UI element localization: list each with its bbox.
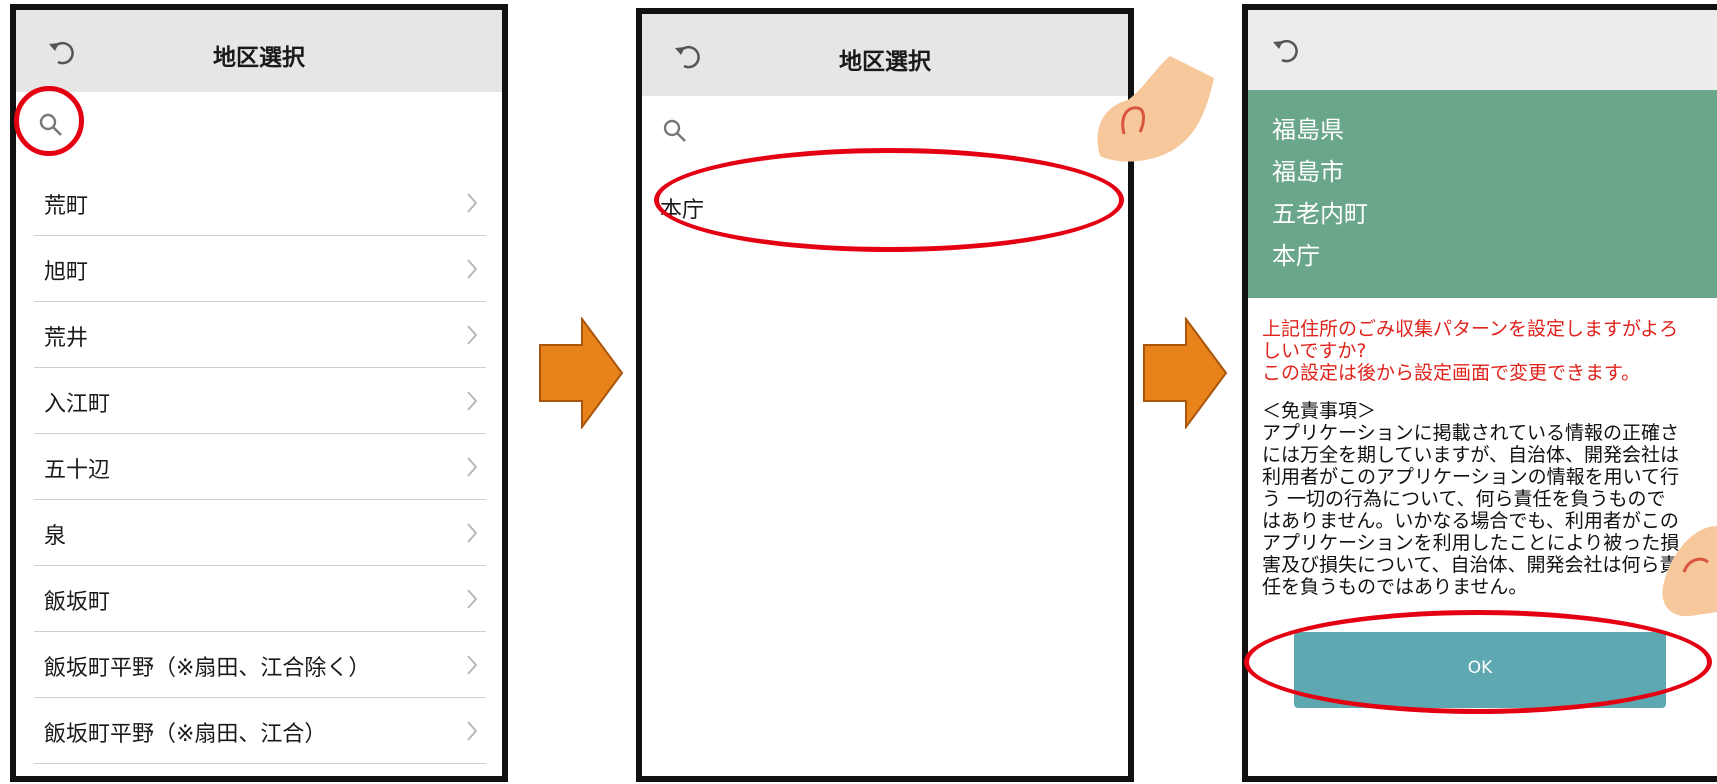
- confirm-line: しいですか?: [1262, 340, 1367, 362]
- list-item-label: 荒町: [44, 194, 89, 219]
- list-item[interactable]: 荒町: [34, 170, 486, 236]
- address-district: 本庁: [1272, 242, 1320, 270]
- list-item[interactable]: 飯坂町: [34, 566, 486, 632]
- disclaimer-line: う 一切の行為について、何ら責任を負うもので: [1262, 488, 1666, 510]
- pointing-finger-icon: [1662, 526, 1717, 617]
- list-item[interactable]: 荒井: [34, 302, 486, 368]
- list-item-label: 入江町: [44, 392, 111, 417]
- phone-screen-district-list: 地区選択 荒町旭町荒井入江町五十辺泉飯坂町飯坂町平野（※扇田、江合除く） 飯坂町平…: [10, 4, 508, 782]
- address-panel: 福島県 福島市 五老内町 本庁: [1248, 90, 1717, 298]
- phone-screen-district-search: 地区選択 本庁: [636, 8, 1134, 782]
- list-item[interactable]: 飯坂町平野（※扇田、江合除く）: [34, 632, 486, 698]
- disclaimer: ＜免責事項＞ アプリケーションに掲載されている情報の正確さ には万全を期していま…: [1262, 400, 1712, 598]
- list-item-label: 荒井: [44, 326, 89, 351]
- chevron-right-icon: [467, 589, 478, 609]
- top-bar: 地区選択: [16, 10, 502, 92]
- list-item[interactable]: 旭町: [34, 236, 486, 302]
- confirm-message: 上記住所のごみ収集パターンを設定しますがよろ しいですか? この設定は後から設定…: [1262, 318, 1710, 384]
- disclaimer-heading: ＜免責事項＞: [1262, 400, 1377, 422]
- disclaimer-line: はありません。いかなる場合でも、利用者がこの: [1262, 510, 1679, 532]
- list-item[interactable]: 入江町: [34, 368, 486, 434]
- top-bar: [1248, 10, 1717, 90]
- top-bar: 地区選択: [642, 14, 1128, 96]
- chevron-right-icon: [467, 259, 478, 279]
- search-icon[interactable]: [662, 118, 688, 144]
- chevron-right-icon: [467, 721, 478, 741]
- list-item[interactable]: 五十辺: [34, 434, 486, 500]
- disclaimer-line: 任を負うものではありません。: [1262, 576, 1528, 598]
- chevron-right-icon: [467, 655, 478, 675]
- right-arrow-icon: [1143, 317, 1228, 429]
- address-prefecture: 福島県: [1272, 116, 1344, 144]
- confirm-line: 上記住所のごみ収集パターンを設定しますがよろ: [1262, 318, 1679, 340]
- confirm-line: この設定は後から設定画面で変更できます。: [1262, 362, 1641, 384]
- list-item[interactable]: 泉: [34, 500, 486, 566]
- list-item[interactable]: 飯坂町平野（※扇田、江合）: [34, 698, 486, 764]
- list-item-label: 飯坂町平野（※扇田、江合）: [44, 722, 327, 747]
- chevron-right-icon: [467, 325, 478, 345]
- list-item-label: 五十辺: [44, 458, 111, 483]
- list-item-label: 飯坂町平野（※扇田、江合除く）: [44, 656, 371, 681]
- highlight-ring-ok: [1244, 610, 1712, 714]
- highlight-ring-result: [654, 148, 1124, 252]
- disclaimer-line: アプリケーションに掲載されている情報の正確さ: [1262, 422, 1680, 444]
- list-item-label: 泉: [44, 524, 67, 549]
- chevron-right-icon: [467, 193, 478, 213]
- list-item-label: 飯坂町: [44, 590, 111, 615]
- chevron-right-icon: [467, 391, 478, 411]
- list-item-label: 旭町: [44, 260, 89, 285]
- disclaimer-line: アプリケーションを利用したことにより被った損: [1262, 532, 1680, 554]
- page-title: 地区選択: [839, 49, 931, 75]
- page-title: 地区選択: [213, 45, 305, 71]
- disclaimer-line: 害及び損失について、自治体、開発会社は何ら責: [1262, 554, 1679, 576]
- address-town: 五老内町: [1272, 200, 1368, 228]
- disclaimer-line: には万全を期していますが、自治体、開発会社は: [1262, 444, 1680, 466]
- right-arrow-icon: [539, 317, 624, 429]
- undo-icon[interactable]: [1270, 34, 1302, 66]
- pointing-finger-icon: [1097, 56, 1214, 162]
- highlight-ring-search: [14, 86, 84, 156]
- disclaimer-line: 利用者がこのアプリケーションの情報を用いて行: [1262, 466, 1680, 488]
- chevron-right-icon: [467, 523, 478, 543]
- chevron-right-icon: [467, 457, 478, 477]
- address-city: 福島市: [1272, 158, 1344, 186]
